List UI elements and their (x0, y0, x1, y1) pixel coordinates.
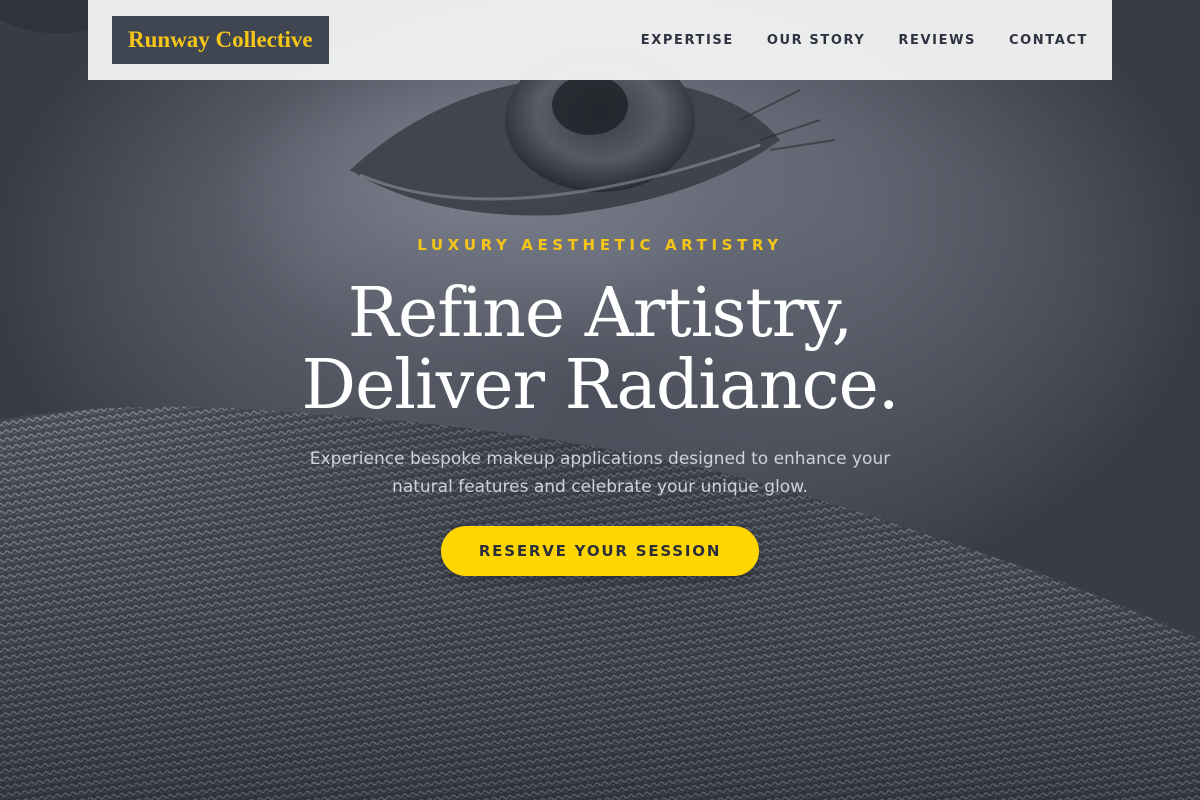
hero-headline-line-1: Refine Artistry, (347, 274, 853, 353)
hero-eyebrow: LUXURY AESTHETIC ARTISTRY (417, 236, 783, 254)
reserve-session-button[interactable]: RESERVE YOUR SESSION (441, 526, 759, 576)
hero-section: LUXURY AESTHETIC ARTISTRY Refine Artistr… (0, 0, 1200, 800)
hero-description-line-2: natural features and celebrate your uniq… (392, 477, 808, 497)
hero-headline-line-2: Deliver Radiance. (301, 346, 900, 425)
hero-description: Experience bespoke makeup applications d… (280, 445, 920, 501)
hero-headline: Refine Artistry, Deliver Radiance. (0, 278, 1200, 422)
hero-description-line-1: Experience bespoke makeup applications d… (309, 449, 891, 469)
